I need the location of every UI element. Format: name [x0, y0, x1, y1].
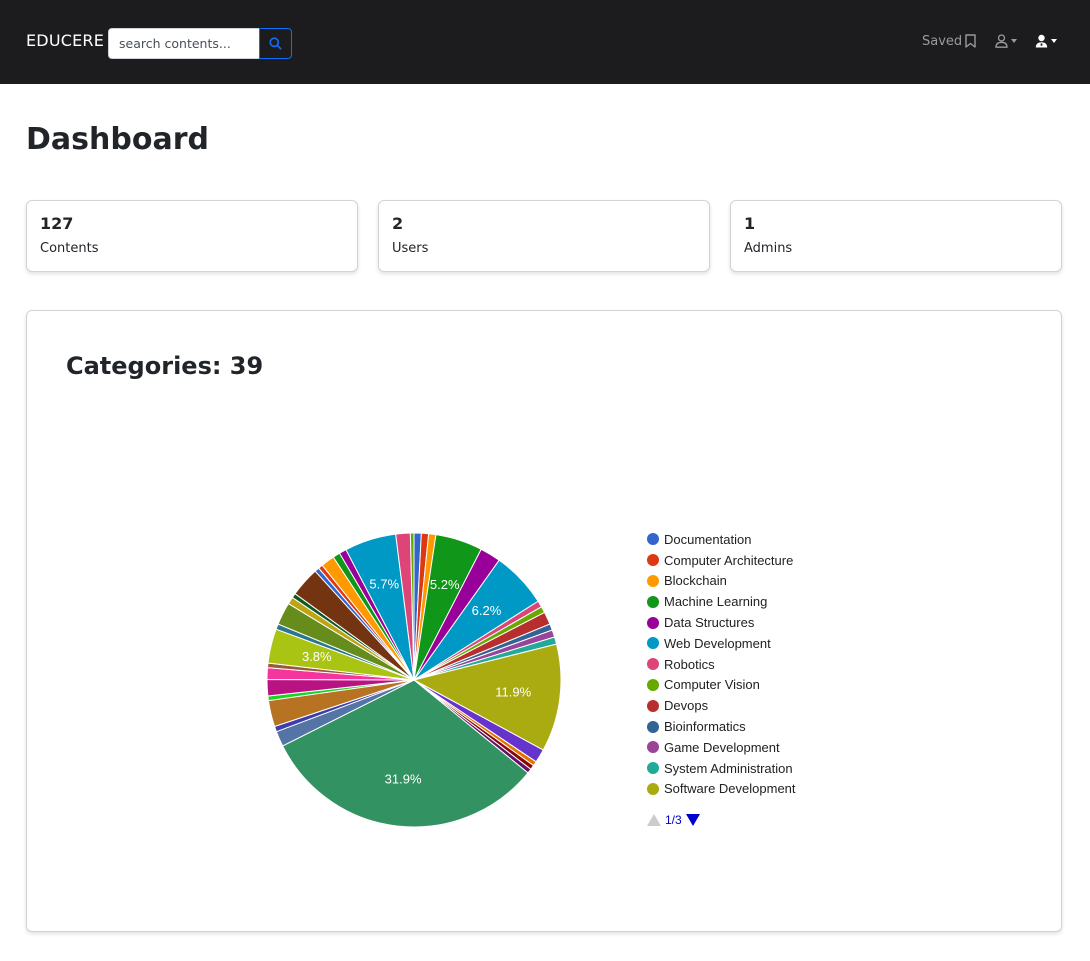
page-title: Dashboard: [26, 122, 209, 157]
legend-label: System Administration: [664, 760, 793, 776]
top-navbar: EDUCERE Saved: [0, 0, 1090, 84]
bookmark-icon: [965, 34, 976, 48]
stat-value: 1: [744, 214, 756, 233]
user-menu-dropdown[interactable]: [995, 32, 1017, 50]
legend-item[interactable]: Computer Architecture: [647, 550, 796, 571]
stat-label: Users: [392, 241, 429, 256]
legend-item[interactable]: Web Development: [647, 633, 796, 654]
categories-chart-card: Categories: 39 5.2% 6.2% 11.9% 31.9% 3.8% 5.7…: [26, 310, 1062, 932]
legend-label: Computer Vision: [664, 677, 760, 693]
stat-label: Admins: [744, 241, 793, 256]
legend-swatch: [647, 616, 659, 629]
pager-page-indicator: 1/3: [665, 813, 682, 827]
legend-item[interactable]: Game Development: [647, 737, 796, 758]
legend-item[interactable]: Software Development: [647, 779, 796, 800]
stat-card-contents: 127 Contents: [26, 200, 358, 272]
chevron-down-icon: [1051, 39, 1057, 43]
legend-label: Robotics: [664, 656, 715, 672]
legend-item[interactable]: Machine Learning: [647, 591, 796, 612]
slice-percent-label: 6.2%: [472, 603, 502, 618]
legend-pager: 1/3: [647, 813, 700, 827]
legend-item[interactable]: Blockchain: [647, 571, 796, 592]
search-input[interactable]: [108, 28, 259, 59]
pager-prev-arrow-icon: [647, 814, 661, 826]
slice-percent-label: 5.2%: [430, 577, 460, 592]
legend-item[interactable]: Computer Vision: [647, 675, 796, 696]
stat-card-users: 2 Users: [378, 200, 710, 272]
legend-item[interactable]: Data Structures: [647, 612, 796, 633]
slice-percent-label: 31.9%: [385, 771, 422, 786]
legend-swatch: [647, 595, 659, 608]
legend-item[interactable]: Robotics: [647, 654, 796, 675]
stat-card-admins: 1 Admins: [730, 200, 1062, 272]
legend-item[interactable]: System Administration: [647, 758, 796, 779]
chevron-down-icon: [1011, 39, 1017, 43]
legend-swatch: [647, 720, 659, 733]
legend-swatch: [647, 678, 659, 691]
search-button[interactable]: [259, 28, 292, 59]
legend-swatch: [647, 699, 659, 712]
saved-link[interactable]: Saved: [922, 32, 976, 50]
legend-label: Devops: [664, 698, 709, 714]
legend-swatch: [647, 574, 659, 587]
user-badge-icon: [1035, 34, 1048, 48]
brand-logo[interactable]: EDUCERE: [26, 31, 104, 50]
legend-label: Game Development: [664, 739, 780, 755]
legend-swatch: [647, 782, 659, 795]
legend-label: Documentation: [664, 531, 752, 547]
legend-item[interactable]: Devops: [647, 695, 796, 716]
legend-swatch: [647, 554, 659, 567]
legend-label: Web Development: [664, 635, 771, 651]
legend-swatch: [647, 741, 659, 754]
legend-swatch: [647, 762, 659, 775]
stat-value: 127: [40, 214, 74, 233]
legend-label: Machine Learning: [664, 594, 768, 610]
legend-swatch: [647, 658, 659, 671]
stat-value: 2: [392, 214, 404, 233]
chart-legend: Documentation Computer Architecture Blockc…: [647, 529, 796, 799]
legend-label: Blockchain: [664, 573, 727, 589]
legend-swatch: [647, 637, 659, 650]
pie-chart: 5.2% 6.2% 11.9% 31.9% 3.8% 5.7%: [266, 532, 562, 828]
search-icon: [269, 37, 282, 50]
legend-label: Data Structures: [664, 615, 755, 631]
legend-item[interactable]: Bioinformatics: [647, 716, 796, 737]
pager-next-arrow-icon[interactable]: [685, 814, 700, 826]
user-outline-icon: [995, 34, 1008, 48]
slice-percent-label: 5.7%: [369, 577, 399, 592]
stat-label: Contents: [40, 241, 99, 256]
legend-label: Computer Architecture: [664, 552, 794, 568]
legend-label: Software Development: [664, 781, 796, 797]
slice-percent-label: 3.8%: [302, 649, 332, 664]
saved-label: Saved: [922, 33, 963, 49]
legend-swatch: [647, 533, 659, 546]
search-group: [108, 28, 292, 59]
legend-label: Bioinformatics: [664, 719, 746, 735]
slice-percent-label: 11.9%: [495, 685, 531, 700]
legend-item[interactable]: Documentation: [647, 529, 796, 550]
admin-menu-dropdown[interactable]: [1035, 32, 1057, 50]
